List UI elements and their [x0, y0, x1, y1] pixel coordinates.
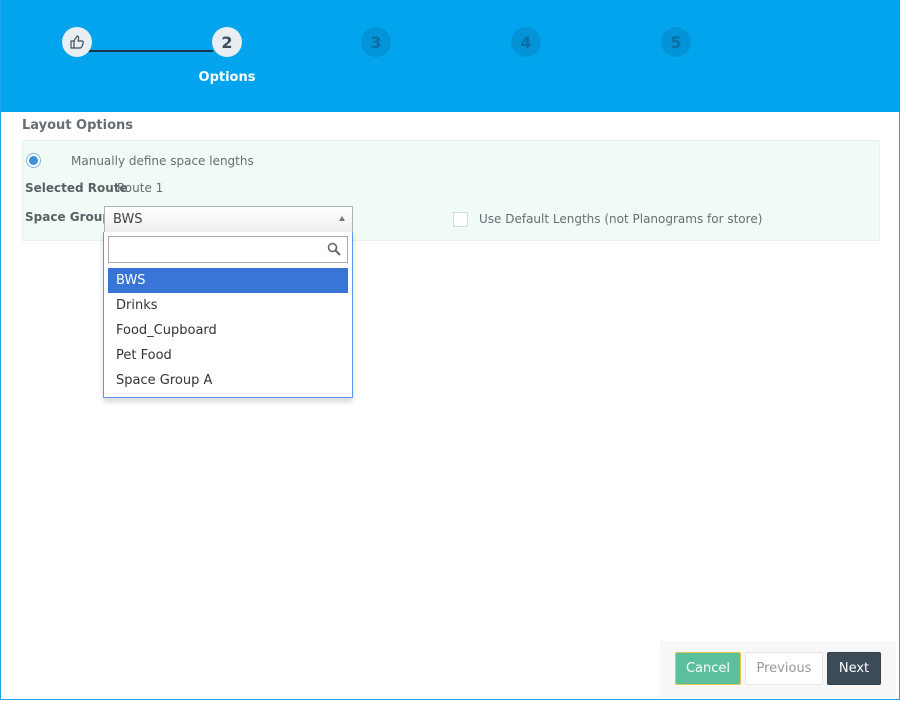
space-group-dropdown: BWS Drinks Food_Cupboard Pet Food Space … [103, 232, 353, 398]
selected-route-label: Selected Route [25, 181, 128, 195]
dropdown-options-list: BWS Drinks Food_Cupboard Pet Food Space … [108, 268, 348, 393]
previous-button[interactable]: Previous [745, 652, 823, 685]
dropdown-option-pet-food[interactable]: Pet Food [108, 343, 348, 368]
search-icon [327, 242, 341, 256]
manual-space-lengths-radio[interactable] [26, 153, 41, 168]
step-1-completed[interactable] [62, 27, 92, 57]
step-connector [87, 50, 213, 52]
step-number: 5 [670, 32, 682, 52]
dropdown-option-bws[interactable]: BWS [108, 268, 348, 293]
default-lengths-label: Use Default Lengths (not Planograms for … [479, 212, 763, 226]
section-title: Layout Options [22, 118, 134, 133]
dropdown-search-input[interactable] [109, 237, 327, 260]
manual-space-lengths-label: Manually define space lengths [71, 154, 254, 168]
space-group-label: Space Group [25, 210, 111, 224]
dropdown-option-space-group-a[interactable]: Space Group A [108, 368, 348, 393]
dropdown-search-box[interactable] [108, 236, 348, 263]
step-number: 4 [520, 32, 532, 52]
step-3-pending: 3 [361, 27, 391, 57]
next-button[interactable]: Next [827, 652, 881, 685]
step-number: 2 [221, 32, 233, 52]
step-2-active[interactable]: 2 [212, 27, 242, 57]
dropdown-option-drinks[interactable]: Drinks [108, 293, 348, 318]
space-group-selected-value: BWS [113, 212, 143, 227]
dropdown-option-food-cupboard[interactable]: Food_Cupboard [108, 318, 348, 343]
cancel-button[interactable]: Cancel [675, 652, 741, 685]
caret-up-icon [339, 216, 345, 221]
step-5-pending: 5 [661, 27, 691, 57]
step-4-pending: 4 [511, 27, 541, 57]
wizard-stepper-header: 2 3 4 5 Options [1, 0, 900, 112]
thumbs-up-icon [70, 35, 84, 49]
wizard-dialog: 2 3 4 5 Options Layout Options Manually … [0, 0, 900, 700]
default-lengths-checkbox[interactable] [453, 212, 468, 227]
space-group-select[interactable]: BWS [104, 206, 353, 233]
step-2-label: Options [198, 70, 256, 85]
selected-route-value: Route 1 [117, 181, 164, 195]
step-number: 3 [370, 32, 382, 52]
